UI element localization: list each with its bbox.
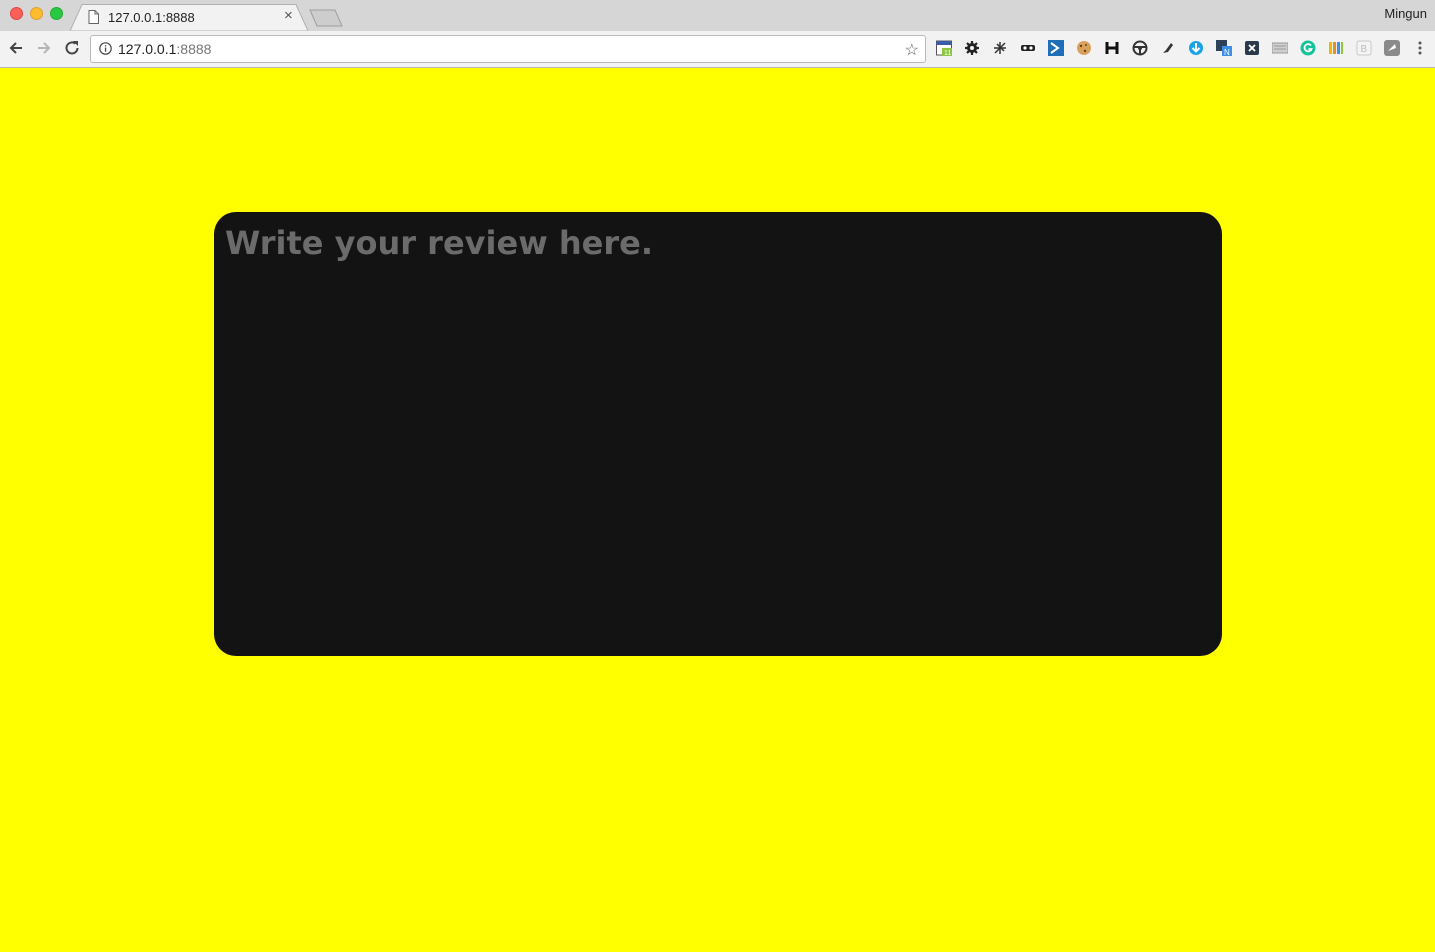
colors-extension-icon[interactable] [1328,40,1344,56]
url-text: 127.0.0.1:8888 [118,41,211,57]
menu-dots-icon[interactable] [1414,40,1426,56]
pen-extension-icon[interactable] [1160,40,1176,56]
window-close-button[interactable] [10,7,23,20]
forward-arrow-icon[interactable] [35,39,53,57]
translate-extension-icon[interactable]: N [1216,40,1232,56]
window-maximize-button[interactable] [50,7,63,20]
grammarly-extension-icon[interactable] [1300,40,1316,56]
review-box [214,212,1222,656]
url-host: 127.0.0.1 [118,41,177,57]
bug-extension-icon[interactable] [992,40,1008,56]
window-minimize-button[interactable] [30,7,43,20]
browser-titlebar: 127.0.0.1:8888 × Mingun [0,0,1435,31]
browser-toolbar: 127.0.0.1:8888 ☆ 11 N B [0,31,1435,68]
profile-name[interactable]: Mingun [1384,6,1427,21]
review-textarea[interactable] [214,212,1222,656]
back-arrow-icon[interactable] [7,39,25,57]
tab-close-icon[interactable]: × [284,8,293,24]
mask-extension-icon[interactable] [1020,40,1036,56]
download-extension-icon[interactable] [1188,40,1204,56]
b-extension-icon[interactable]: B [1356,40,1372,56]
h-extension-icon[interactable] [1104,40,1120,56]
x-extension-icon[interactable] [1244,40,1260,56]
new-tab-button[interactable] [308,9,344,27]
info-icon[interactable] [99,42,112,55]
bookmark-star-icon[interactable]: ☆ [905,40,919,60]
gear-extension-icon[interactable] [964,40,980,56]
steering-extension-icon[interactable] [1132,40,1148,56]
arrow-extension-icon[interactable] [1048,40,1064,56]
reload-icon[interactable] [63,39,81,57]
extension-badge: 11 [944,50,951,56]
note-extension-icon[interactable] [1384,40,1400,56]
page-file-icon [88,10,99,24]
address-bar[interactable]: 127.0.0.1:8888 ☆ [90,35,926,63]
svg-text:N: N [1224,48,1230,56]
url-port: :8888 [176,41,212,57]
tab-title: 127.0.0.1:8888 [108,10,195,25]
browser-tab-active[interactable]: 127.0.0.1:8888 × [70,4,310,31]
cookie-extension-icon[interactable] [1076,40,1092,56]
bar-extension-icon[interactable] [1272,40,1288,56]
svg-text:B: B [1361,44,1368,55]
calendar-extension-icon[interactable]: 11 [936,40,952,56]
